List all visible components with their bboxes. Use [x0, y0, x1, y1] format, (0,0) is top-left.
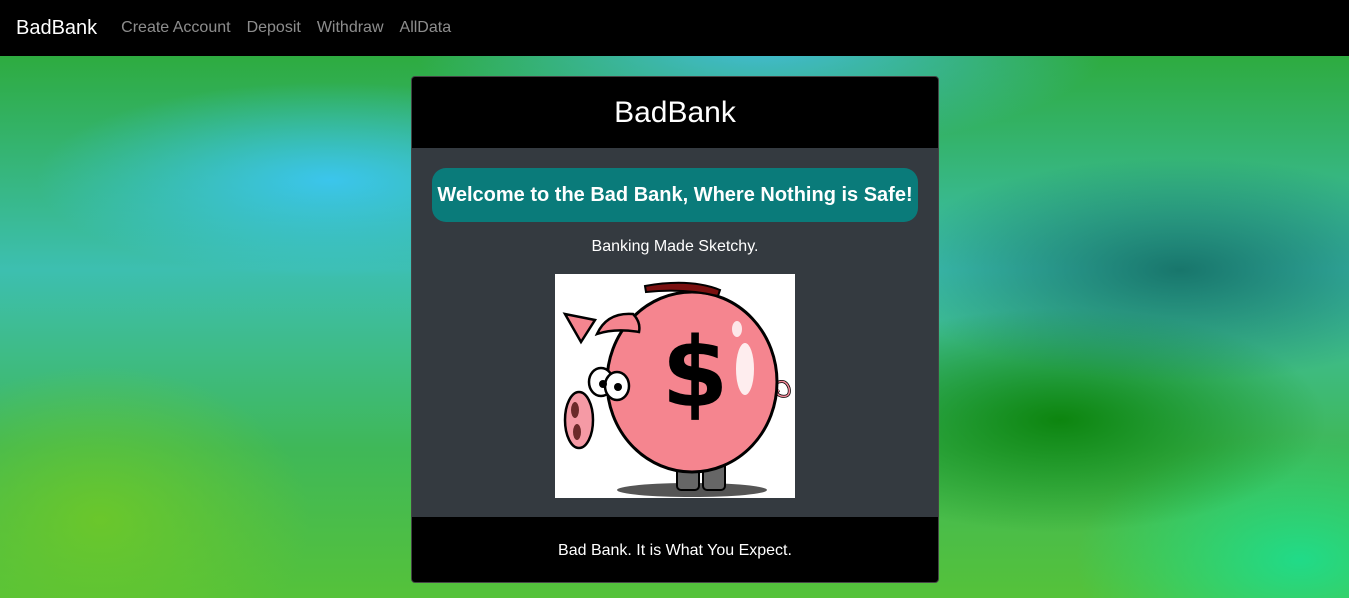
piggy-bank-image: $: [555, 274, 795, 498]
nav-deposit[interactable]: Deposit: [239, 19, 309, 37]
tagline: Banking Made Sketchy.: [591, 238, 759, 255]
card-body: Welcome to the Bad Bank, Where Nothing i…: [412, 148, 938, 517]
piggy-bank-icon: $: [562, 281, 791, 497]
nav-alldata[interactable]: AllData: [392, 19, 460, 37]
card-header: BadBank: [412, 77, 938, 148]
nav-withdraw[interactable]: Withdraw: [309, 19, 392, 37]
welcome-banner: Welcome to the Bad Bank, Where Nothing i…: [432, 168, 918, 222]
brand-link[interactable]: BadBank: [16, 17, 97, 40]
svg-text:$: $: [662, 317, 729, 429]
nav-create-account[interactable]: Create Account: [113, 19, 238, 37]
top-navbar: BadBank Create Account Deposit Withdraw …: [0, 0, 1349, 56]
home-card: BadBank Welcome to the Bad Bank, Where N…: [411, 76, 939, 583]
card-footer: Bad Bank. It is What You Expect.: [412, 517, 938, 582]
